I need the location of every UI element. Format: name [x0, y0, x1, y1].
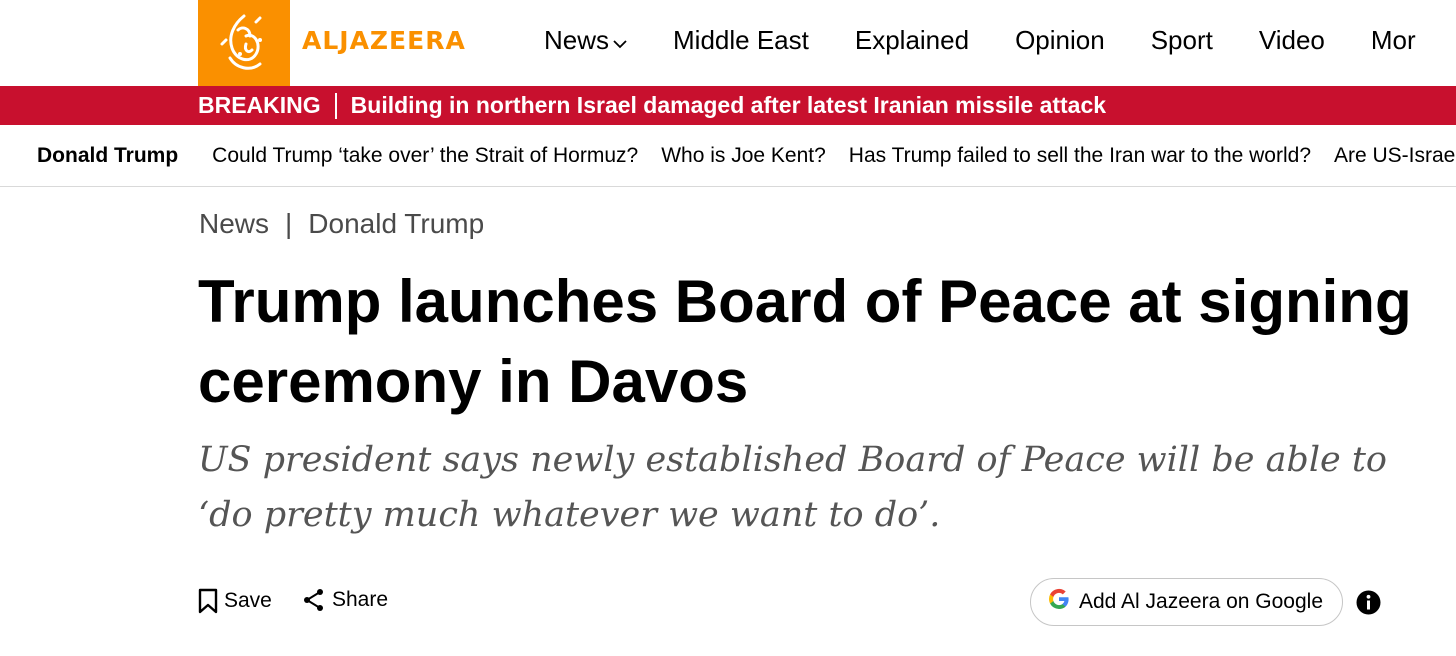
article-subtitle: US president says newly established Boar… [198, 440, 1388, 535]
breadcrumb: News | Donald Trump [199, 208, 484, 240]
google-icon [1047, 587, 1071, 617]
nav-item-video[interactable]: Video [1259, 22, 1325, 58]
brand-name[interactable]: ALJAZEERA [302, 26, 466, 55]
breadcrumb-section[interactable]: News [199, 208, 269, 240]
topic-bar-heading[interactable]: Donald Trump [37, 144, 178, 168]
add-on-google-button[interactable]: Add Al Jazeera on Google [1030, 578, 1343, 626]
save-label: Save [224, 589, 272, 612]
topic-link[interactable]: Who is Joe Kent? [661, 144, 826, 168]
share-icon [304, 589, 323, 611]
share-label: Share [332, 588, 389, 611]
info-button[interactable] [1356, 590, 1381, 615]
nav-item-explained[interactable]: Explained [855, 22, 969, 58]
topic-link[interactable]: Could Trump ‘take over’ the Strait of Ho… [212, 144, 638, 168]
chevron-down-icon [613, 22, 627, 58]
topic-link[interactable]: Has Trump failed to sell the Iran war to… [849, 144, 1311, 168]
aljazeera-logo[interactable] [198, 0, 290, 86]
save-button[interactable]: Save [198, 588, 272, 614]
google-button-label: Add Al Jazeera on Google [1079, 590, 1324, 613]
breaking-divider [334, 92, 337, 119]
nav-item-opinion[interactable]: Opinion [1015, 22, 1105, 58]
breaking-label: BREAKING [198, 92, 321, 118]
topic-bar: Donald Trump Could Trump ‘take over’ the… [0, 125, 1456, 187]
main-nav: News Middle East Explained Opinion Sport… [544, 22, 1456, 58]
share-button[interactable]: Share [302, 588, 388, 612]
aljazeera-calligraphy-icon [220, 14, 262, 70]
breadcrumb-separator: | [285, 208, 293, 239]
site-header: ALJAZEERA News Middle East Explained Opi… [0, 0, 1456, 86]
nav-item-label: News [544, 25, 610, 55]
topic-link[interactable]: Are US-Israe [1334, 144, 1455, 168]
nav-item-middle-east[interactable]: Middle East [673, 22, 809, 58]
breadcrumb-topic[interactable]: Donald Trump [308, 208, 484, 240]
breaking-headline[interactable]: Building in northern Israel damaged afte… [351, 92, 1106, 119]
nav-item-sport[interactable]: Sport [1151, 22, 1213, 58]
article-title: Trump launches Board of Peace at signing… [198, 268, 1412, 415]
breaking-news-bar[interactable]: BREAKING Building in northern Israel dam… [0, 86, 1456, 125]
info-icon [1356, 590, 1381, 615]
bookmark-icon [198, 588, 218, 614]
nav-item-more[interactable]: Mor [1371, 22, 1416, 58]
nav-item-news[interactable]: News [544, 22, 627, 58]
